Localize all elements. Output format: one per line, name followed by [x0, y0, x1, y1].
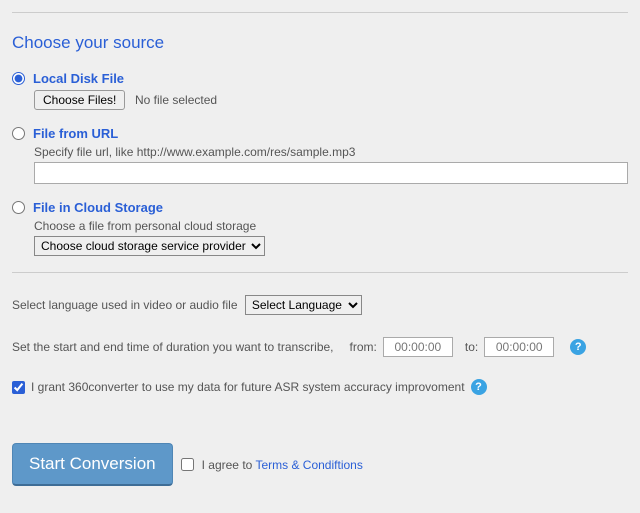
radio-cloud[interactable] — [12, 201, 25, 214]
grant-text: I grant 360converter to use my data for … — [31, 380, 465, 394]
start-conversion-button[interactable]: Start Conversion — [12, 443, 173, 486]
terms-link[interactable]: Terms & Condiftions — [255, 458, 362, 472]
source-option-local: Local Disk File Choose Files! No file se… — [12, 71, 628, 110]
duration-prompt: Set the start and end time of duration y… — [12, 340, 334, 354]
duration-row: Set the start and end time of duration y… — [12, 337, 628, 357]
to-input[interactable] — [484, 337, 554, 357]
agree-terms-checkbox[interactable] — [181, 458, 194, 471]
from-input[interactable] — [383, 337, 453, 357]
grant-checkbox[interactable] — [12, 381, 25, 394]
url-hint: Specify file url, like http://www.exampl… — [34, 145, 628, 159]
radio-url-label: File from URL — [33, 126, 118, 141]
agree-prefix: I agree to — [202, 458, 256, 472]
radio-cloud-label: File in Cloud Storage — [33, 200, 163, 215]
radio-local-label: Local Disk File — [33, 71, 124, 86]
radio-url[interactable] — [12, 127, 25, 140]
help-icon[interactable]: ? — [570, 339, 586, 355]
language-row: Select language used in video or audio f… — [12, 295, 628, 315]
language-select[interactable]: Select Language — [245, 295, 362, 315]
action-row: Start Conversion I agree to Terms & Cond… — [12, 443, 628, 486]
language-prompt: Select language used in video or audio f… — [12, 298, 238, 312]
to-label: to: — [465, 340, 478, 354]
top-divider — [12, 12, 628, 13]
section-title: Choose your source — [12, 33, 628, 53]
radio-local[interactable] — [12, 72, 25, 85]
cloud-hint: Choose a file from personal cloud storag… — [34, 219, 628, 233]
mid-divider — [12, 272, 628, 273]
help-icon[interactable]: ? — [471, 379, 487, 395]
source-option-cloud: File in Cloud Storage Choose a file from… — [12, 200, 628, 256]
url-input[interactable] — [34, 162, 628, 184]
cloud-provider-select[interactable]: Choose cloud storage service provider — [34, 236, 265, 256]
grant-row: I grant 360converter to use my data for … — [12, 379, 628, 395]
from-label: from: — [350, 340, 377, 354]
choose-files-button[interactable]: Choose Files! — [34, 90, 125, 110]
source-option-url: File from URL Specify file url, like htt… — [12, 126, 628, 184]
agree-terms-label: I agree to Terms & Condiftions — [202, 458, 363, 472]
file-status: No file selected — [135, 93, 217, 107]
